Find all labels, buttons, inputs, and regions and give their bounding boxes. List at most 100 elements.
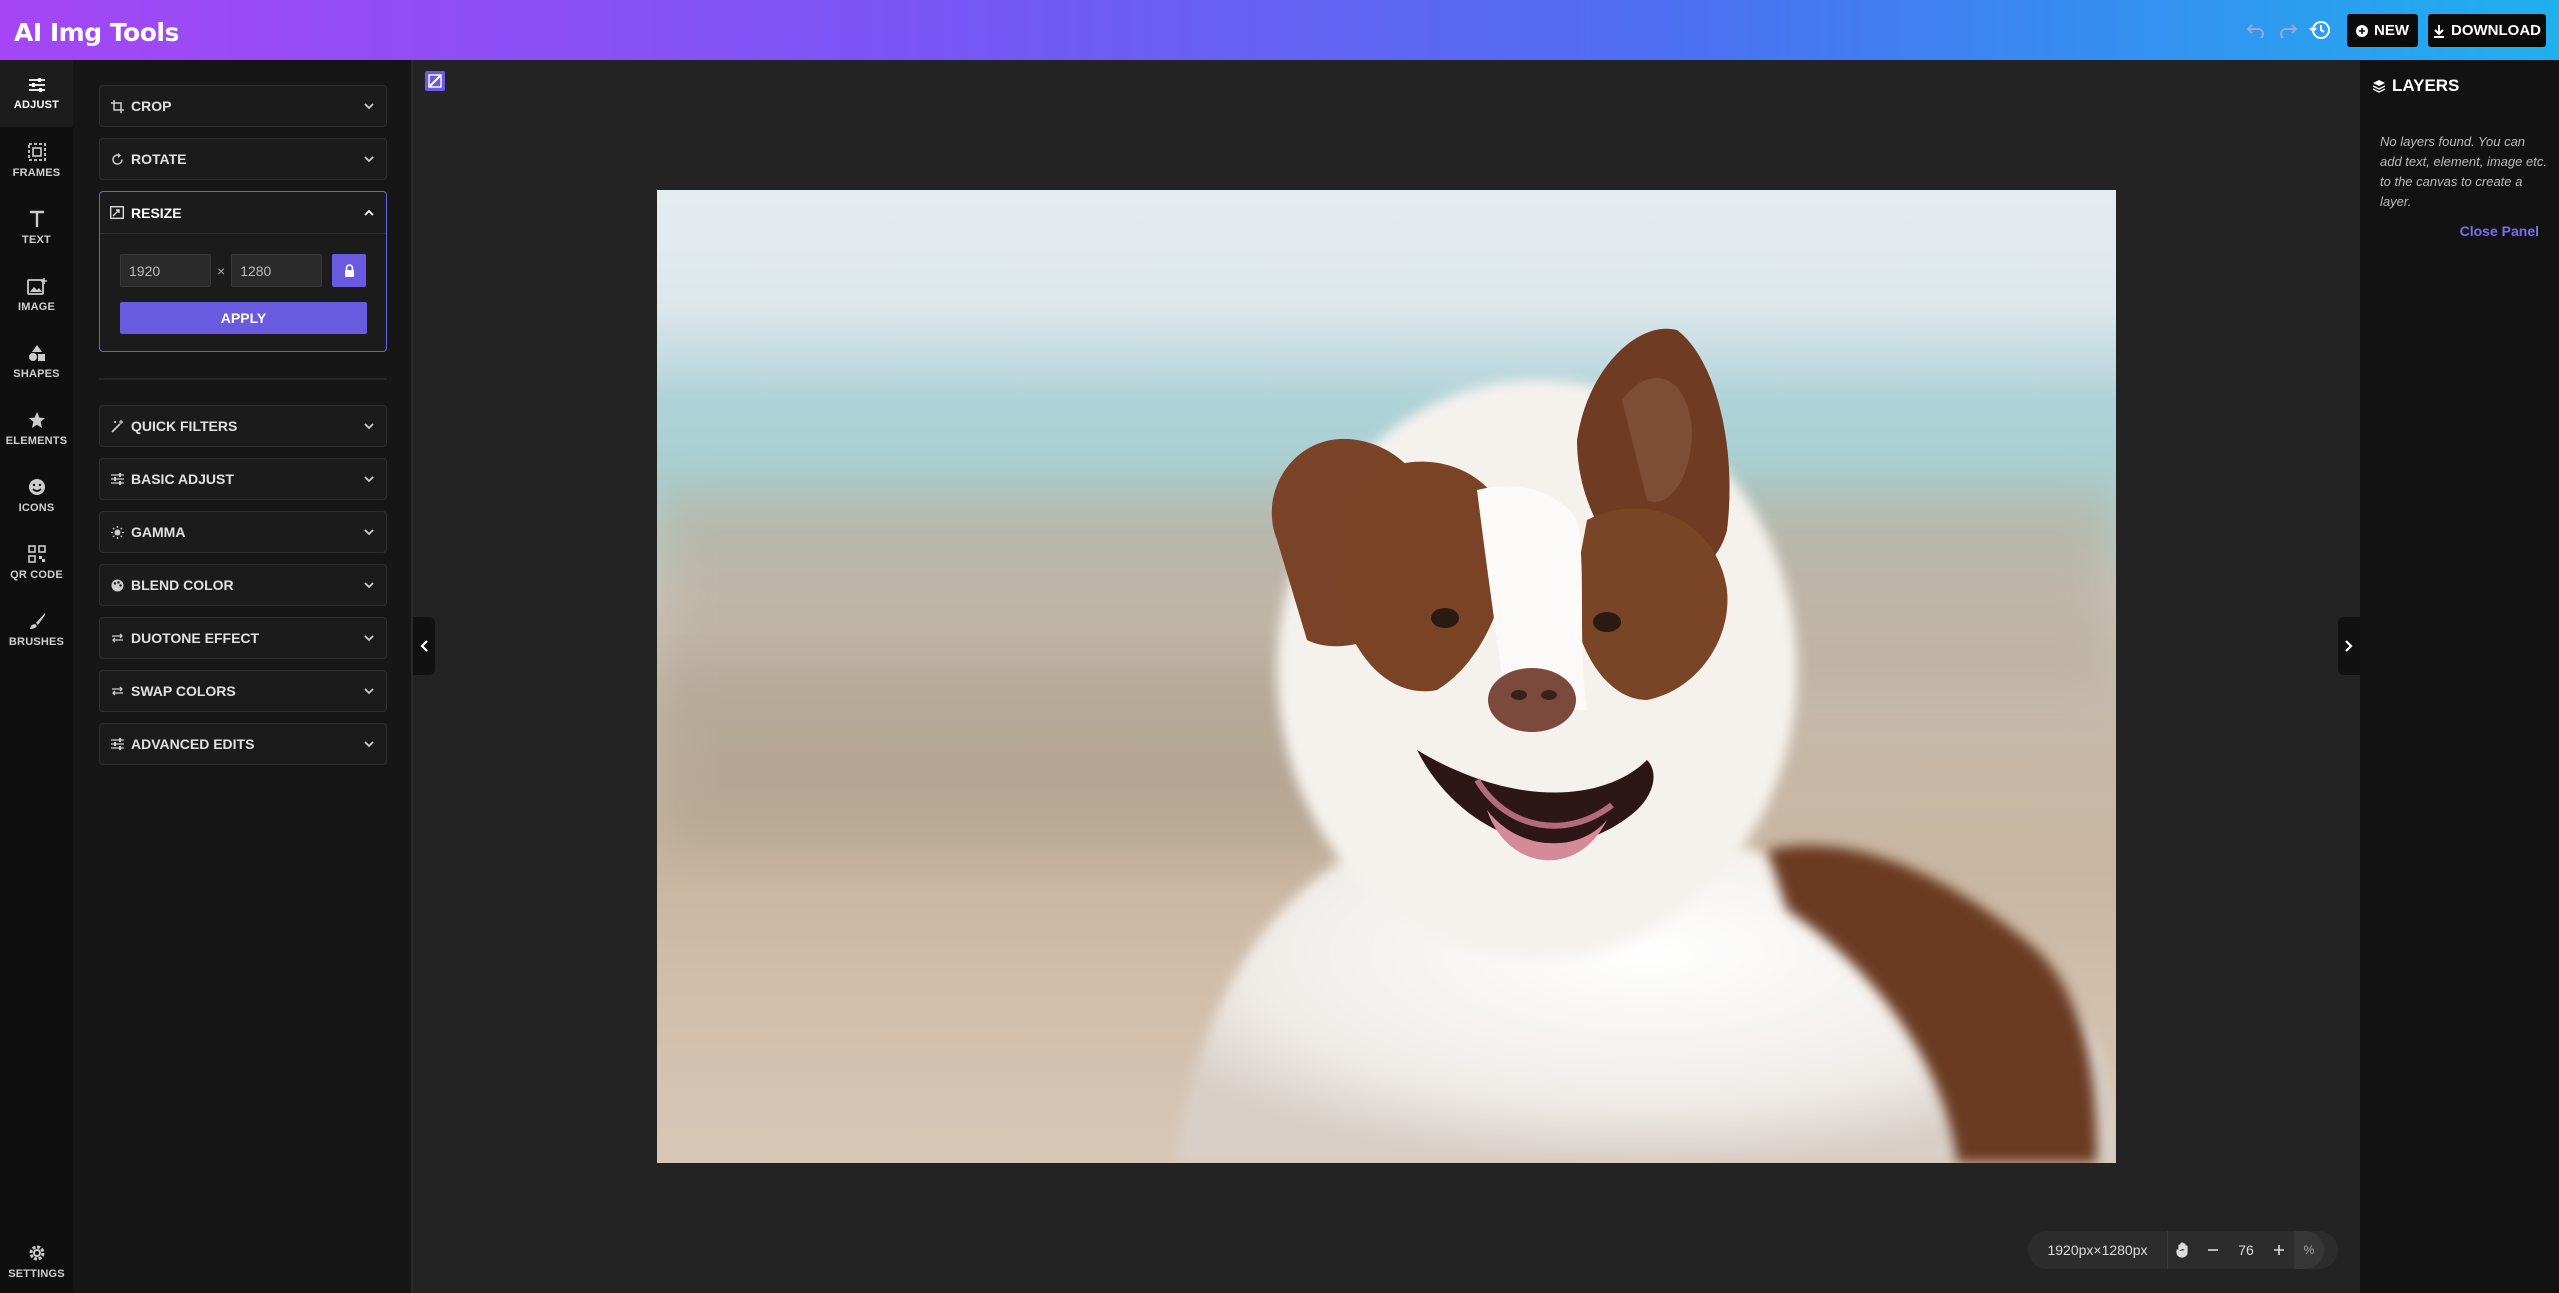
swap-arrows-icon (110, 631, 124, 645)
dimension-separator: × (217, 262, 226, 279)
crop-section[interactable]: CROP (99, 85, 387, 127)
zoom-out-button[interactable] (2198, 1231, 2228, 1269)
category-frames[interactable]: FRAMES (0, 127, 73, 194)
frame-icon (27, 142, 46, 161)
basic-adjust-section[interactable]: BASIC ADJUST (99, 458, 387, 500)
chevron-left-icon (420, 640, 428, 652)
width-input[interactable]: 1920 (120, 254, 211, 287)
sliders-icon (110, 737, 124, 751)
quick-filters-section[interactable]: QUICK FILTERS (99, 405, 387, 447)
crop-label: CROP (131, 98, 172, 114)
history-controls (2240, 16, 2336, 44)
resize-icon (110, 206, 124, 220)
undo-icon[interactable] (2240, 16, 2272, 44)
duotone-effect-section[interactable]: DUOTONE EFFECT (99, 617, 387, 659)
settings-button[interactable]: SETTINGS (0, 1230, 73, 1293)
plus-circle-icon (2356, 24, 2368, 37)
category-label: BRUSHES (8, 635, 65, 648)
layers-title-text: LAYERS (2392, 76, 2460, 95)
aspect-lock-button[interactable] (332, 254, 367, 287)
layers-title: LAYERS (2372, 76, 2459, 96)
canvas-image[interactable] (657, 190, 2116, 1163)
sliders-icon (28, 77, 45, 92)
tool-category-bar: ADJUST FRAMES TEXT IMAGE SHAPES ELEMENTS… (0, 60, 73, 1293)
duotone-effect-label: DUOTONE EFFECT (131, 630, 260, 646)
redo-icon[interactable] (2272, 16, 2304, 44)
category-shapes[interactable]: SHAPES (0, 328, 73, 395)
category-label: FRAMES (12, 166, 61, 179)
settings-label: SETTINGS (8, 1268, 65, 1280)
history-icon[interactable] (2304, 16, 2336, 44)
resize-label: RESIZE (131, 204, 182, 221)
category-label: ADJUST (13, 98, 60, 111)
category-image[interactable]: IMAGE (0, 261, 73, 328)
gear-icon (29, 1245, 44, 1261)
download-button[interactable]: DOWNLOAD (2428, 14, 2546, 47)
resize-header[interactable]: RESIZE (100, 192, 386, 234)
gamma-label: GAMMA (131, 524, 186, 540)
sliders-icon (110, 472, 124, 486)
shapes-icon (28, 344, 45, 361)
swap-colors-section[interactable]: SWAP COLORS (99, 670, 387, 712)
chevron-down-icon (364, 156, 374, 163)
chevron-down-icon (364, 635, 374, 642)
close-panel-link[interactable]: Close Panel (2460, 223, 2539, 239)
tools-panel: CROP ROTATE RESIZE 1920 × 1280 APPLY QUI… (73, 60, 413, 1293)
download-icon (2434, 24, 2444, 38)
category-qr-code[interactable]: QR CODE (0, 529, 73, 596)
layers-panel: LAYERS No layers found. You can add text… (2360, 60, 2559, 1293)
new-button[interactable]: NEW (2347, 14, 2418, 47)
layers-empty-message: No layers found. You can add text, eleme… (2380, 134, 2547, 209)
resize-section: RESIZE 1920 × 1280 APPLY (99, 191, 387, 352)
qr-code-icon (27, 544, 46, 563)
gamma-section[interactable]: GAMMA (99, 511, 387, 553)
plus-icon (2274, 1245, 2284, 1255)
basic-adjust-label: BASIC ADJUST (131, 471, 234, 487)
blend-color-label: BLEND COLOR (131, 577, 234, 593)
app-header: AI Img Tools NEW DOWNLOAD (0, 0, 2559, 60)
chevron-down-icon (364, 103, 374, 110)
chevron-down-icon (364, 582, 374, 589)
star-icon (28, 411, 45, 428)
download-button-label: DOWNLOAD (2451, 22, 2541, 39)
category-adjust[interactable]: ADJUST (0, 60, 73, 127)
category-label: ICONS (18, 501, 55, 514)
category-label: SHAPES (13, 367, 60, 380)
swap-arrows-icon (110, 684, 124, 698)
canvas-mode-badge[interactable] (425, 71, 445, 91)
pan-tool-button[interactable] (2168, 1231, 2198, 1269)
rotate-section[interactable]: ROTATE (99, 138, 387, 180)
category-brushes[interactable]: BRUSHES (0, 596, 73, 663)
category-icons[interactable]: ICONS (0, 462, 73, 529)
collapse-right-panel-button[interactable] (2338, 617, 2360, 675)
zoom-value-input[interactable]: 76 (2228, 1242, 2264, 1258)
rotate-icon (110, 152, 124, 166)
divider (99, 378, 387, 380)
new-button-label: NEW (2374, 22, 2409, 39)
category-label: ELEMENTS (5, 434, 68, 447)
apply-button[interactable]: APPLY (120, 302, 367, 334)
advanced-edits-section[interactable]: ADVANCED EDITS (99, 723, 387, 765)
category-elements[interactable]: ELEMENTS (0, 395, 73, 462)
brush-icon (29, 612, 45, 629)
smiley-icon (28, 478, 45, 495)
collapse-left-panel-button[interactable] (413, 617, 435, 675)
quick-filters-label: QUICK FILTERS (131, 418, 238, 434)
category-label: TEXT (22, 233, 51, 246)
blend-color-section[interactable]: BLEND COLOR (99, 564, 387, 606)
chevron-down-icon (364, 476, 374, 483)
layers-icon (2372, 80, 2386, 93)
rotate-label: ROTATE (131, 151, 187, 167)
chevron-right-icon (2345, 640, 2353, 652)
category-text[interactable]: TEXT (0, 194, 73, 261)
minus-icon (2208, 1249, 2218, 1251)
zoom-in-button[interactable] (2264, 1231, 2294, 1269)
canvas-dimensions: 1920px×1280px (2028, 1231, 2168, 1269)
magic-wand-icon (110, 419, 124, 433)
zoom-unit-label: % (2294, 1231, 2324, 1269)
sun-icon (110, 525, 124, 539)
advanced-edits-label: ADVANCED EDITS (131, 736, 255, 752)
text-icon (29, 210, 44, 227)
height-input[interactable]: 1280 (231, 254, 323, 287)
swap-colors-label: SWAP COLORS (131, 683, 236, 699)
